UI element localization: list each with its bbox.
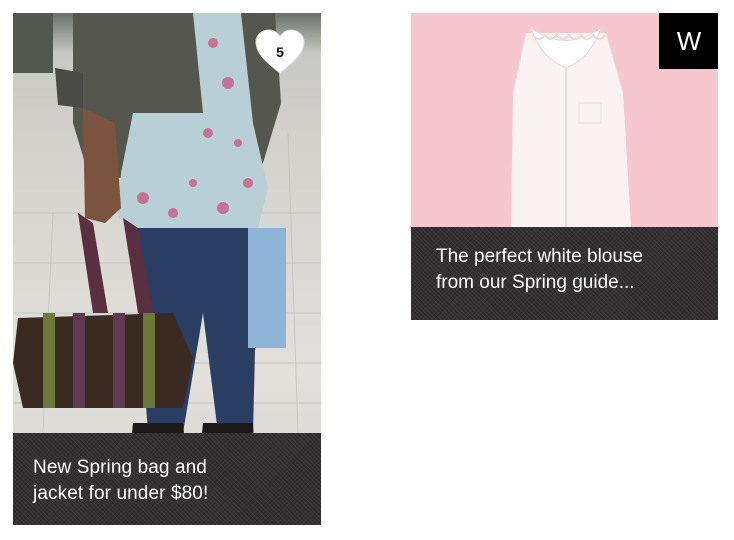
caption-line: from our Spring guide...	[436, 272, 635, 293]
caption-line: The perfect white blouse	[436, 246, 644, 267]
post-card-spring-bag[interactable]: 5 New Spring bag and jacket for under $8…	[13, 13, 321, 525]
post-caption: New Spring bag and jacket for under $80!	[13, 433, 321, 525]
post-card-white-blouse[interactable]: W The perfect white blouse from our Spri…	[411, 13, 718, 320]
page: 5 New Spring bag and jacket for under $8…	[0, 0, 734, 540]
brand-logo[interactable]: W	[659, 13, 718, 69]
post-caption: The perfect white blouse from our Spring…	[411, 227, 718, 320]
likes-badge[interactable]: 5	[255, 29, 305, 75]
likes-count: 5	[276, 44, 284, 60]
caption-line: New Spring bag and	[33, 457, 207, 478]
caption-line: jacket for under $80!	[33, 483, 209, 504]
